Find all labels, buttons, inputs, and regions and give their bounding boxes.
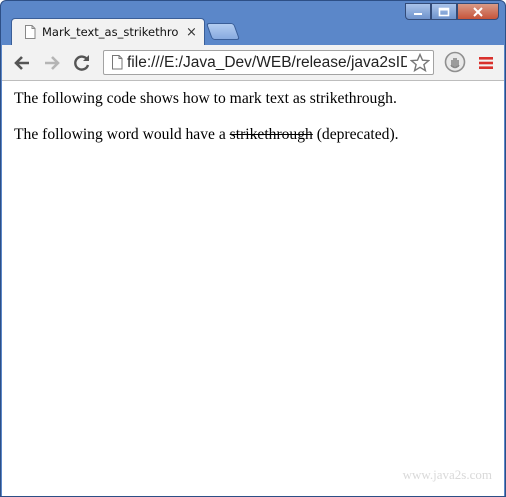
minimize-button[interactable] — [405, 3, 431, 20]
url-text[interactable]: file:///E:/Java_Dev/WEB/release/java2sID — [127, 54, 407, 72]
menu-button[interactable] — [476, 53, 496, 73]
maximize-icon — [438, 7, 450, 16]
forward-button[interactable] — [42, 53, 62, 73]
minimize-icon — [414, 12, 422, 15]
text-after: (deprecated). — [312, 126, 399, 143]
strikethrough-word: strikethrough — [229, 126, 313, 143]
star-icon[interactable] — [410, 52, 430, 73]
menu-icon — [479, 57, 493, 69]
new-tab-button[interactable] — [205, 23, 241, 40]
window-controls — [405, 3, 499, 21]
title-bar: Mark_text_as_strikethroug × — [1, 1, 505, 45]
page-content: The following code shows how to mark tex… — [2, 81, 504, 496]
page-icon — [25, 25, 36, 39]
reload-icon — [74, 55, 90, 71]
tab-active[interactable]: Mark_text_as_strikethroug × — [11, 18, 205, 45]
toolbar: file:///E:/Java_Dev/WEB/release/java2sID — [2, 45, 504, 81]
forward-icon — [45, 56, 60, 70]
maximize-button[interactable] — [431, 3, 457, 20]
reload-button[interactable] — [72, 53, 92, 73]
watermark: www.java2s.com — [402, 467, 492, 482]
back-icon — [14, 56, 29, 70]
close-button[interactable] — [457, 3, 499, 20]
page-icon — [112, 55, 123, 70]
paragraph-example: The following word would have a striketh… — [14, 126, 399, 144]
close-icon — [473, 6, 483, 17]
tab-title: Mark_text_as_strikethroug — [42, 25, 178, 39]
address-bar[interactable]: file:///E:/Java_Dev/WEB/release/java2sID — [103, 50, 434, 75]
tab-close-icon[interactable]: × — [186, 25, 197, 40]
paragraph-intro: The following code shows how to mark tex… — [14, 90, 397, 107]
extension-icon — [444, 51, 466, 73]
back-button[interactable] — [12, 53, 32, 73]
browser-window: Mark_text_as_strikethroug × file:///E:/J… — [0, 0, 506, 497]
text-before: The following word would have a — [14, 126, 230, 143]
extension-button[interactable] — [444, 51, 466, 73]
